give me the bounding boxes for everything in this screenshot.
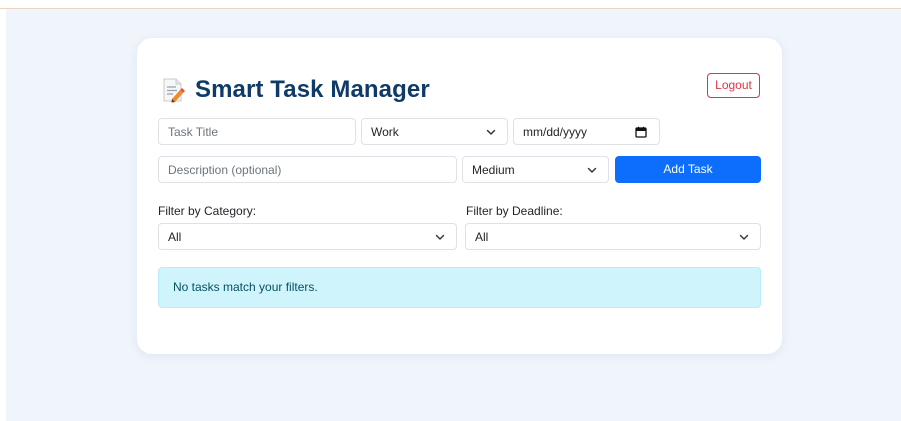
page-title: Smart Task Manager bbox=[195, 76, 430, 103]
chevron-down-icon bbox=[739, 234, 749, 240]
filter-deadline-value: All bbox=[475, 229, 489, 244]
description-input[interactable]: Description (optional) bbox=[158, 156, 457, 183]
priority-select[interactable]: Medium bbox=[462, 156, 609, 183]
memo-icon bbox=[161, 77, 185, 103]
empty-tasks-alert: No tasks match your filters. bbox=[158, 267, 761, 308]
add-task-button[interactable]: Add Task bbox=[615, 156, 761, 183]
filter-deadline-select[interactable]: All bbox=[465, 223, 761, 250]
priority-select-value: Medium bbox=[472, 162, 515, 177]
filter-category-select[interactable]: All bbox=[158, 223, 457, 250]
chevron-down-icon bbox=[435, 234, 445, 240]
category-select-value: Work bbox=[371, 124, 399, 139]
chevron-down-icon bbox=[486, 129, 496, 135]
calendar-icon[interactable] bbox=[635, 126, 647, 138]
task-manager-card: Smart Task Manager Logout Task Title Wor… bbox=[137, 38, 782, 354]
category-select[interactable]: Work bbox=[361, 118, 508, 145]
deadline-date-input[interactable]: mm/dd/yyyy bbox=[513, 118, 660, 145]
filter-deadline-label: Filter by Deadline: bbox=[466, 204, 563, 218]
description-placeholder: Description (optional) bbox=[168, 162, 282, 177]
deadline-date-placeholder: mm/dd/yyyy bbox=[523, 124, 588, 139]
header: Smart Task Manager bbox=[161, 72, 430, 108]
task-title-placeholder: Task Title bbox=[168, 124, 219, 139]
empty-tasks-message: No tasks match your filters. bbox=[173, 280, 318, 294]
viewport: Smart Task Manager Logout Task Title Wor… bbox=[0, 0, 901, 421]
filter-category-value: All bbox=[168, 229, 182, 244]
task-title-input[interactable]: Task Title bbox=[158, 118, 356, 145]
filter-category-label: Filter by Category: bbox=[158, 204, 257, 218]
logout-button[interactable]: Logout bbox=[707, 73, 760, 98]
chevron-down-icon bbox=[587, 167, 597, 173]
